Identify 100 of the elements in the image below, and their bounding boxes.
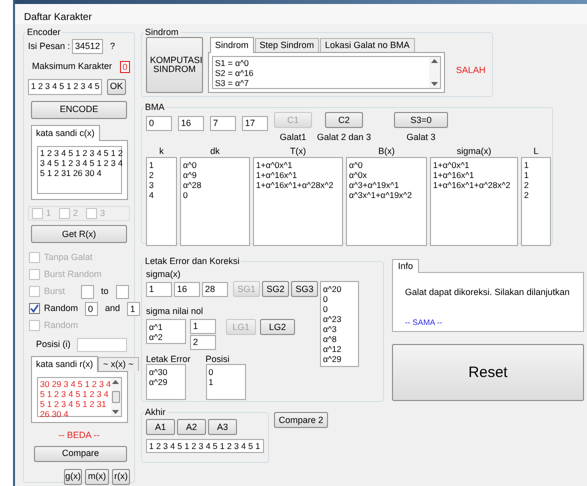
list-line: 4 xyxy=(149,190,154,200)
list-line: α^0 xyxy=(183,160,197,170)
text-field[interactable]: 0 xyxy=(85,302,98,316)
list-line: 2 xyxy=(524,190,529,200)
text-field[interactable]: 16 xyxy=(174,282,200,296)
list-line: 1 xyxy=(524,160,529,170)
button[interactable]: Get R(x) xyxy=(31,225,127,243)
checkbox[interactable] xyxy=(29,303,40,314)
list-line: α^0 xyxy=(349,160,363,170)
scrollbar[interactable] xyxy=(110,378,121,416)
result-text: -- BEDA -- xyxy=(57,429,100,442)
text-field[interactable]: 2 xyxy=(190,335,216,350)
list-box[interactable]: α^30 α^29 xyxy=(146,364,186,400)
text-field[interactable] xyxy=(116,284,129,298)
list-line: α^23 xyxy=(323,314,342,324)
list-line: 2 xyxy=(524,180,529,190)
check-icon xyxy=(30,304,39,313)
text-area[interactable]: 1 2 3 4 5 1 2 3 4 5 1 2 3 4 5 1 2 3 4 5 1 2 3 4 5 1 2 31 26 30 4 xyxy=(37,146,122,194)
list-box[interactable]: 0 1 xyxy=(206,364,246,400)
text-field[interactable]: 1 2 3 4 5 1 2 3 4 5 xyxy=(28,78,102,94)
tab[interactable]: Step Sindrom xyxy=(254,38,320,52)
tab[interactable]: Sindrom xyxy=(210,37,254,53)
list-box[interactable]: 1 2 3 4 xyxy=(146,156,177,246)
button[interactable]: OK xyxy=(107,78,126,94)
button[interactable]: LG2 xyxy=(260,319,295,335)
text-field[interactable] xyxy=(76,338,127,352)
group-title: Letak Error dan Koreksi xyxy=(144,256,241,266)
list-line: 5 1 2 3 4 5 1 2 31 xyxy=(40,399,106,409)
list-line: α^2 xyxy=(149,332,163,342)
scroll-thumb[interactable] xyxy=(112,391,120,403)
button[interactable]: KOMPUTASI SINDROM xyxy=(146,37,203,93)
button[interactable]: A1 xyxy=(146,419,175,435)
list-line: 1 xyxy=(208,377,214,387)
field-label: sigma(x) xyxy=(146,269,182,279)
button-caption: Galat 3 xyxy=(406,131,436,144)
button[interactable]: m(x) xyxy=(85,468,109,484)
text-field[interactable]: 28 xyxy=(202,282,228,296)
button[interactable]: r(x) xyxy=(112,468,130,484)
tab[interactable]: Info xyxy=(392,259,420,273)
tab[interactable]: Lokasi Galat no BMA xyxy=(320,38,415,52)
list-line: α^9 xyxy=(183,170,197,180)
column-header: k xyxy=(159,146,164,156)
list-box[interactable]: 1+α^0x^1 1+α^16x^1 1+α^16x^1+α^28x^2 xyxy=(430,156,518,246)
list-line: α^3x^1+α^19x^2 xyxy=(349,190,412,200)
text-field[interactable]: 17 xyxy=(242,116,268,131)
list-line: 1+α^0x^1 xyxy=(256,160,292,170)
list-line: 1+α^0x^1 xyxy=(433,160,470,170)
text-field[interactable]: 16 xyxy=(178,116,204,131)
up-arrow-icon xyxy=(112,380,120,384)
button[interactable]: SG2 xyxy=(262,281,289,297)
button[interactable]: Compare 2 xyxy=(274,412,328,428)
list-line: 5 1 2 31 26 30 4 xyxy=(40,168,102,178)
button[interactable]: C2 xyxy=(325,112,364,128)
text-field[interactable]: 34512 xyxy=(72,39,104,54)
list-line: α^30 xyxy=(149,367,168,377)
field-label: Posisi xyxy=(206,354,231,364)
list-box[interactable]: α^20 0 0 α^23 α^3 α^8 α^12 α^29 xyxy=(320,281,359,367)
list-box[interactable]: 1 1 2 2 xyxy=(521,156,551,246)
range-joiner: and xyxy=(105,302,120,315)
button[interactable]: A3 xyxy=(208,419,237,435)
list-line: 1+α^16x^1 xyxy=(433,170,474,180)
field-label: Posisi (i) xyxy=(36,338,71,352)
tab[interactable]: kata sandi c(x) xyxy=(31,124,100,140)
scrollbar[interactable] xyxy=(429,57,440,88)
tab[interactable]: ~ x(x) ~ xyxy=(98,357,139,371)
list-line: S1 = α^0 xyxy=(215,58,249,68)
list-line: 5 1 2 3 4 5 1 2 3 4 xyxy=(40,389,109,399)
list-box[interactable]: 1+α^0x^1 1+α^16x^1 1+α^16x^1+α^28x^2 xyxy=(253,156,343,246)
list-line: 30 29 3 4 5 1 2 3 4 xyxy=(40,379,111,389)
field-label: Maksimum Karakter xyxy=(32,60,112,73)
button[interactable]: ENCODE xyxy=(31,100,127,118)
text-field[interactable]: 1 2 3 4 5 1 2 3 4 5 1 2 3 4 5 1 xyxy=(146,439,264,453)
button-caption: Galat1 xyxy=(280,131,306,144)
group-title: Sindrom xyxy=(144,27,180,37)
button[interactable]: A2 xyxy=(177,419,206,435)
text-area[interactable]: S1 = α^0 S2 = α^16 S3 = α^7 xyxy=(212,56,441,89)
text-field[interactable]: 0 xyxy=(146,116,172,131)
text-field[interactable]: 1 xyxy=(127,302,140,316)
text-field[interactable] xyxy=(81,284,94,298)
list-box[interactable]: α^0 α^0x α^3+α^19x^1 α^3x^1+α^19x^2 xyxy=(346,156,427,246)
list-box[interactable]: α^1 α^2 xyxy=(146,319,186,344)
list-line: 1+α^16x^1 xyxy=(256,170,298,180)
text-area[interactable]: 30 29 3 4 5 1 2 3 4 5 1 2 3 4 5 1 2 3 4 5 1 2 3 4 5 1 2 31 26 30 4 xyxy=(37,377,122,417)
list-line: α^29 xyxy=(149,377,168,387)
button[interactable]: Compare xyxy=(34,446,127,462)
button[interactable]: Reset xyxy=(392,344,584,401)
tab[interactable]: kata sandi r(x) xyxy=(31,356,98,372)
button[interactable]: g(x) xyxy=(64,468,82,484)
checkbox-label: Burst xyxy=(44,284,66,298)
list-box[interactable]: α^0 α^9 α^28 0 xyxy=(180,156,250,246)
up-arrow-icon xyxy=(431,59,438,63)
checkbox-label: Random xyxy=(44,302,78,315)
text-field[interactable]: 1 xyxy=(190,319,216,334)
button[interactable]: S3=0 xyxy=(394,112,448,128)
button[interactable]: SG3 xyxy=(291,281,318,297)
text-field[interactable]: 1 xyxy=(146,282,172,296)
list-line: α^8 xyxy=(323,334,337,344)
down-arrow-icon xyxy=(431,82,438,86)
text-field[interactable]: 7 xyxy=(210,116,236,131)
down-arrow-icon xyxy=(112,410,120,414)
